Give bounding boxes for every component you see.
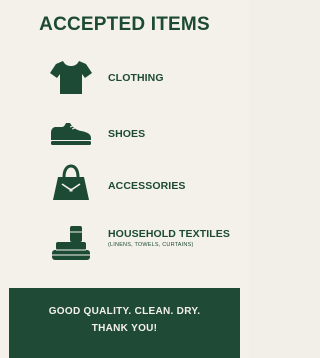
item-label: HOUSEHOLD TEXTILES xyxy=(108,228,230,240)
tshirt-icon xyxy=(48,54,94,100)
handbag-icon xyxy=(48,160,94,206)
folded-textiles-icon xyxy=(48,220,94,266)
card-title: ACCEPTED ITEMS xyxy=(39,14,210,35)
item-label: SHOES xyxy=(108,128,146,140)
footer-line-1: GOOD QUALITY. CLEAN. DRY. xyxy=(48,306,201,317)
list-item-accessories: ACCESSORIES xyxy=(0,160,249,210)
list-item-household-textiles: HOUSEHOLD TEXTILES (LINENS, TOWELS, CURT… xyxy=(0,218,249,268)
footer-line-2: THANK YOU! xyxy=(91,323,158,334)
item-label: CLOTHING xyxy=(108,72,164,84)
list-item-shoes: SHOES xyxy=(0,107,249,157)
list-item-clothing: CLOTHING xyxy=(0,52,249,102)
shoe-icon xyxy=(48,109,94,155)
item-label: ACCESSORIES xyxy=(108,180,186,192)
footer-banner: GOOD QUALITY. CLEAN. DRY. THANK YOU! xyxy=(9,288,240,358)
accepted-items-card: ACCEPTED ITEMS CLOTHING SHOES ACCESSORIE… xyxy=(0,0,249,358)
item-sublabel: (LINENS, TOWELS, CURTAINS) xyxy=(108,242,194,248)
